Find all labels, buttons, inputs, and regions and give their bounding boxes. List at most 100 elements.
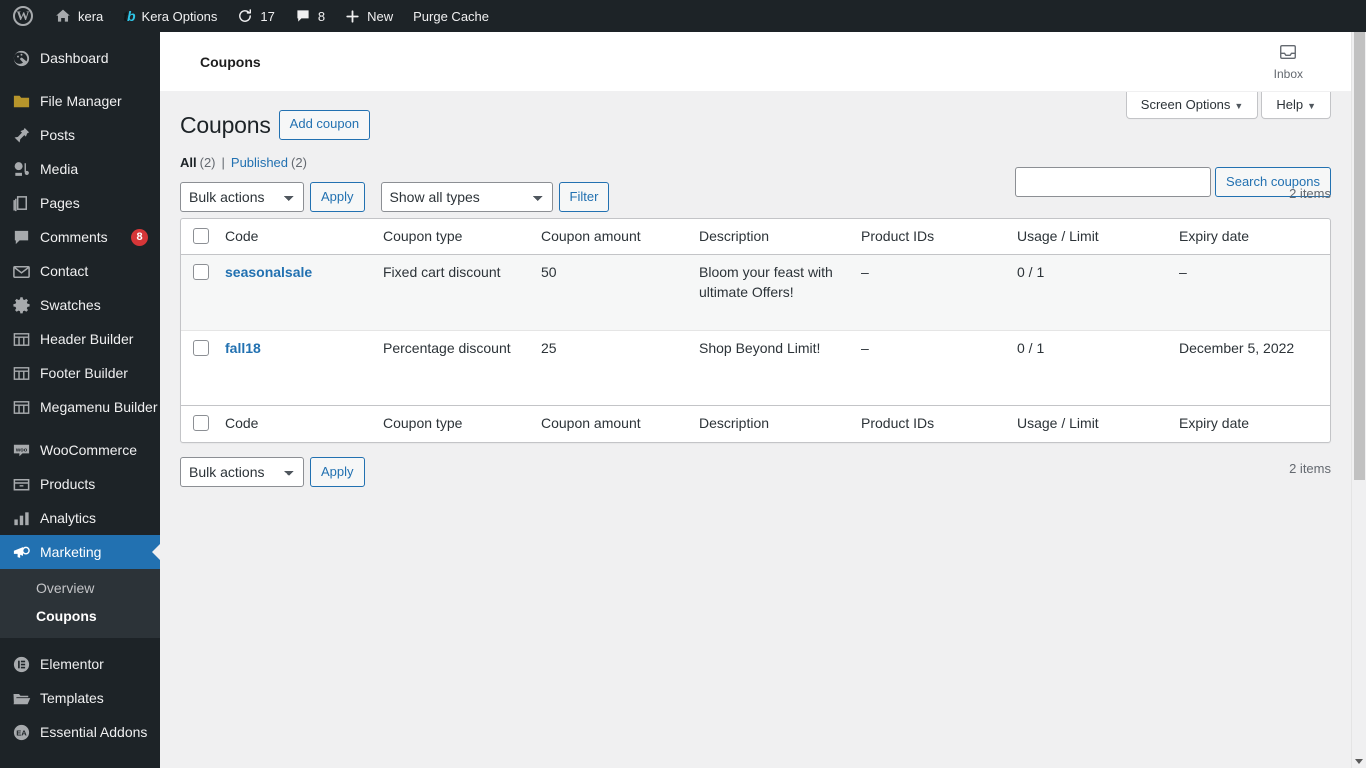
- sidebar-item-essential-addons[interactable]: EA Essential Addons: [0, 715, 160, 749]
- bulk-actions-select-top[interactable]: Bulk actions: [180, 181, 304, 212]
- comments-menu[interactable]: 8: [285, 0, 335, 32]
- sidebar-item-elementor[interactable]: Elementor: [0, 647, 160, 681]
- coupon-type-filter-select[interactable]: Show all types: [380, 181, 553, 212]
- column-footer-usage-limit[interactable]: Usage / Limit: [1007, 405, 1169, 442]
- sidebar-item-posts[interactable]: Posts: [0, 118, 160, 152]
- sidebar-label: Footer Builder: [40, 365, 128, 381]
- screen-options-label: Screen Options: [1140, 97, 1231, 112]
- sidebar-label: File Manager: [40, 93, 122, 109]
- help-button[interactable]: Help ▼: [1261, 92, 1331, 119]
- coupon-code-link[interactable]: seasonalsale: [225, 264, 312, 280]
- comments-badge: 8: [131, 228, 148, 246]
- sidebar-item-dashboard[interactable]: Dashboard: [0, 41, 160, 75]
- cell-expiry-date: December 5, 2022: [1169, 330, 1330, 405]
- sidebar-label: Templates: [40, 690, 104, 706]
- new-content-menu[interactable]: New: [335, 0, 403, 32]
- submenu-label: Coupons: [36, 608, 97, 624]
- filter-button[interactable]: Filter: [558, 181, 610, 212]
- row-checkbox[interactable]: [193, 264, 209, 281]
- cell-coupon-type: Percentage discount: [373, 330, 531, 405]
- scrollbar-thumb[interactable]: [1354, 32, 1365, 480]
- cell-coupon-amount: 25: [531, 330, 689, 405]
- sidebar-item-marketing[interactable]: Marketing: [0, 535, 160, 569]
- sidebar-item-media[interactable]: Media: [0, 152, 160, 186]
- submenu-label: Overview: [36, 580, 95, 596]
- purge-cache-menu[interactable]: Purge Cache: [403, 0, 499, 32]
- column-header-code[interactable]: Code: [215, 219, 373, 256]
- column-footer-expiry-date[interactable]: Expiry date: [1169, 405, 1330, 442]
- select-all-checkbox-top[interactable]: [193, 227, 209, 244]
- comments-count: 8: [317, 8, 326, 24]
- sidebar-item-pages[interactable]: Pages: [0, 186, 160, 220]
- sidebar-item-swatches[interactable]: Swatches: [0, 288, 160, 322]
- templatebox-logo-icon: tb: [123, 8, 135, 24]
- submenu-item-overview[interactable]: Overview: [0, 574, 160, 602]
- updates-menu[interactable]: 17: [227, 0, 284, 32]
- help-label: Help: [1276, 97, 1304, 112]
- column-header-coupon-type[interactable]: Coupon type: [373, 219, 531, 256]
- sidebar-label: WooCommerce: [40, 442, 137, 458]
- wp-logo-menu[interactable]: W: [0, 0, 45, 32]
- apply-button-bottom[interactable]: Apply: [310, 457, 365, 488]
- column-footer-product-ids[interactable]: Product IDs: [851, 405, 1007, 442]
- bulk-actions-select-bottom[interactable]: Bulk actions: [180, 457, 304, 488]
- column-header-description[interactable]: Description: [689, 219, 851, 256]
- update-icon: [237, 8, 253, 24]
- inbox-icon: [1278, 42, 1298, 65]
- chevron-down-icon[interactable]: [1355, 759, 1363, 764]
- row-select-cell: [181, 255, 215, 330]
- sidebar-item-woocommerce[interactable]: woo WooCommerce: [0, 433, 160, 467]
- page-header-title: Coupons: [200, 53, 261, 70]
- svg-text:EA: EA: [16, 728, 27, 737]
- column-footer-description[interactable]: Description: [689, 405, 851, 442]
- column-footer-code[interactable]: Code: [215, 405, 373, 442]
- cell-product-ids: –: [851, 330, 1007, 405]
- sidebar-label: Swatches: [40, 297, 101, 313]
- column-header-usage-limit[interactable]: Usage / Limit: [1007, 219, 1169, 256]
- sidebar-item-footer-builder[interactable]: Footer Builder: [0, 356, 160, 390]
- select-all-checkbox-bottom[interactable]: [193, 415, 209, 432]
- inbox-button[interactable]: Inbox: [1274, 42, 1331, 81]
- sidebar-item-file-manager[interactable]: File Manager: [0, 84, 160, 118]
- open-folder-icon: [11, 688, 31, 708]
- filter-published-link[interactable]: Published: [231, 155, 288, 170]
- cell-expiry-date: –: [1179, 264, 1187, 281]
- column-header-coupon-amount[interactable]: Coupon amount: [531, 219, 689, 256]
- sidebar-item-analytics[interactable]: Analytics: [0, 501, 160, 535]
- submenu-item-coupons[interactable]: Coupons: [0, 602, 160, 630]
- envelope-icon: [11, 261, 31, 281]
- table-row: fall18 Percentage discount 25 Shop Beyon…: [181, 330, 1330, 405]
- column-header-product-ids[interactable]: Product IDs: [851, 219, 1007, 256]
- sidebar-label: Marketing: [40, 544, 102, 560]
- sidebar-item-contact[interactable]: Contact: [0, 254, 160, 288]
- sidebar-item-templates[interactable]: Templates: [0, 681, 160, 715]
- screen-options-button[interactable]: Screen Options ▼: [1125, 92, 1259, 119]
- sidebar-item-header-builder[interactable]: Header Builder: [0, 322, 160, 356]
- filter-all-count: (2): [199, 154, 216, 170]
- kera-options-menu[interactable]: tb Kera Options: [113, 0, 227, 32]
- column-footer-coupon-amount[interactable]: Coupon amount: [531, 405, 689, 442]
- filter-all-link[interactable]: All: [180, 155, 197, 170]
- coupons-table: Code Coupon type Coupon amount Descripti…: [180, 217, 1331, 444]
- filter-divider: |: [221, 154, 225, 170]
- add-coupon-button[interactable]: Add coupon: [278, 110, 371, 140]
- row-checkbox[interactable]: [193, 340, 209, 357]
- gear-icon: [11, 295, 31, 315]
- site-name-menu[interactable]: kera: [45, 0, 113, 32]
- sidebar-item-megamenu-builder[interactable]: Megamenu Builder: [0, 390, 160, 424]
- sidebar-item-products[interactable]: Products: [0, 467, 160, 501]
- items-count-top: 2 items: [1289, 185, 1331, 201]
- vertical-scrollbar[interactable]: [1351, 32, 1366, 768]
- column-footer-coupon-type[interactable]: Coupon type: [373, 405, 531, 442]
- table-head: Code Coupon type Coupon amount Descripti…: [181, 219, 1330, 256]
- content-area: Coupons Inbox Screen Options ▼ Help ▼ Coup…: [160, 32, 1351, 768]
- apply-button-top[interactable]: Apply: [310, 181, 365, 212]
- pin-icon: [11, 125, 31, 145]
- menu-spacer: [0, 75, 160, 84]
- coupon-code-link[interactable]: fall18: [225, 340, 261, 356]
- comment-bubble-icon: [295, 8, 311, 24]
- sidebar-item-comments[interactable]: Comments 8: [0, 220, 160, 254]
- analytics-icon: [11, 508, 31, 528]
- column-header-expiry-date[interactable]: Expiry date: [1169, 219, 1330, 256]
- sidebar-label: Comments: [40, 229, 108, 245]
